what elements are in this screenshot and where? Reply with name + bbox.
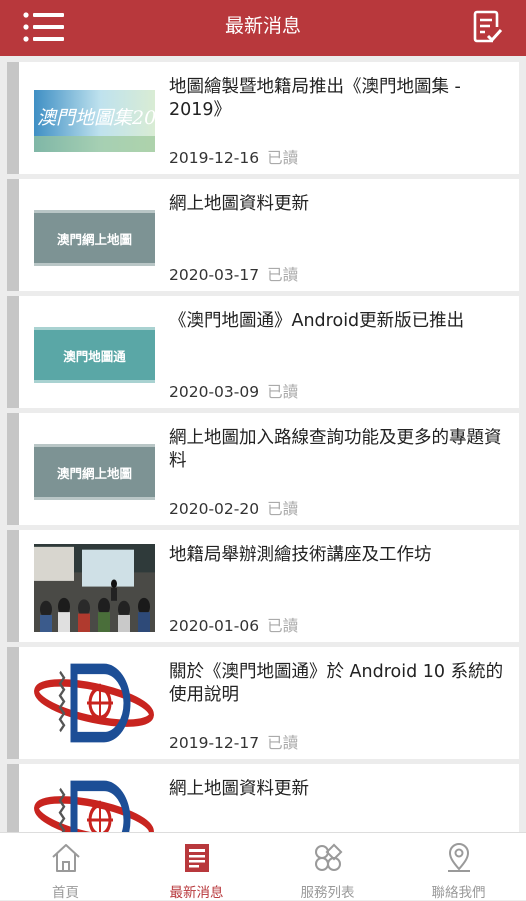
- news-item[interactable]: 澳門地圖通 《澳門地圖通》Android更新版已推出 2020-03-09 已讀: [7, 296, 519, 408]
- tab-home[interactable]: 首頁: [0, 833, 131, 901]
- app-header: 最新消息: [0, 0, 526, 56]
- tab-label: 服務列表: [300, 885, 355, 901]
- news-list: 澳門地圖集2019 地圖繪製暨地籍局推出《澳門地圖集 - 2019》 2019-…: [0, 58, 526, 832]
- read-status: 已讀: [267, 383, 299, 401]
- news-item[interactable]: 澳門網上地圖 網上地圖加入路線查詢功能及更多的專題資料 2020-02-20 已讀: [7, 413, 519, 525]
- news-item[interactable]: 澳門網上地圖 網上地圖資料更新 2020-03-17 已讀: [7, 179, 519, 291]
- read-status: 已讀: [267, 149, 299, 167]
- thumb-caption: 澳門網上地圖: [57, 232, 132, 247]
- dscc-logo-icon: [34, 663, 154, 743]
- news-date: 2020-03-17: [169, 266, 260, 284]
- news-date: 2019-12-17: [169, 734, 260, 752]
- news-item[interactable]: 網上地圖資料更新: [7, 764, 519, 832]
- news-title: 網上地圖資料更新: [169, 194, 309, 214]
- bottom-tab-bar: 首頁 最新消息 服務列表 聯絡我們: [0, 832, 526, 901]
- news-date: 2020-01-06: [169, 617, 260, 635]
- home-icon: [51, 844, 80, 872]
- news-title: 《澳門地圖通》Android更新版已推出: [169, 311, 465, 331]
- dscc-logo-icon: [34, 780, 154, 832]
- news-item[interactable]: 關於《澳門地圖通》於 Android 10 系統的使用說明 2019-12-17…: [7, 647, 519, 759]
- services-icon: [314, 843, 342, 871]
- news-date: 2020-02-20: [169, 500, 260, 518]
- atlas-2019-thumbnail: 澳門地圖集2019: [34, 90, 155, 152]
- thumb-caption: 澳門地圖通: [63, 349, 126, 364]
- news-date: 2019-12-16: [169, 149, 260, 167]
- web-map-thumbnail: 澳門網上地圖: [34, 207, 155, 269]
- thumb-caption: 澳門地圖集2019: [37, 107, 155, 129]
- news-date: 2020-03-09: [169, 383, 260, 401]
- map-app-thumbnail: 澳門地圖通: [34, 324, 155, 386]
- read-status: 已讀: [267, 500, 299, 518]
- news-title: 網上地圖資料更新: [169, 779, 309, 799]
- tab-services[interactable]: 服務列表: [262, 833, 393, 901]
- web-map-thumbnail: 澳門網上地圖: [34, 441, 155, 503]
- tab-news[interactable]: 最新消息: [131, 833, 262, 901]
- tab-label: 聯絡我們: [431, 885, 486, 901]
- read-status: 已讀: [267, 617, 299, 635]
- seminar-photo-thumbnail: [34, 544, 155, 632]
- news-title: 地圖繪製暨地籍局推出《澳門地圖集 - 2019》: [169, 77, 461, 120]
- mark-read-icon[interactable]: [472, 10, 504, 44]
- news-item[interactable]: 澳門地圖集2019 地圖繪製暨地籍局推出《澳門地圖集 - 2019》 2019-…: [7, 62, 519, 174]
- news-title: 關於《澳門地圖通》於 Android 10 系統的使用說明: [169, 662, 504, 705]
- news-icon: [184, 844, 209, 872]
- thumb-caption: 澳門網上地圖: [57, 466, 132, 481]
- read-status: 已讀: [267, 734, 299, 752]
- news-item[interactable]: 地籍局舉辦測繪技術講座及工作坊 2020-01-06 已讀: [7, 530, 519, 642]
- page-title: 最新消息: [224, 15, 301, 37]
- location-pin-icon: [447, 843, 470, 872]
- news-title: 地籍局舉辦測繪技術講座及工作坊: [169, 545, 432, 565]
- read-status: 已讀: [267, 266, 299, 284]
- tab-label: 首頁: [52, 885, 79, 901]
- tab-label: 最新消息: [169, 885, 224, 901]
- news-title: 網上地圖加入路線查詢功能及更多的專題資料: [169, 428, 502, 471]
- tab-contact[interactable]: 聯絡我們: [393, 833, 524, 901]
